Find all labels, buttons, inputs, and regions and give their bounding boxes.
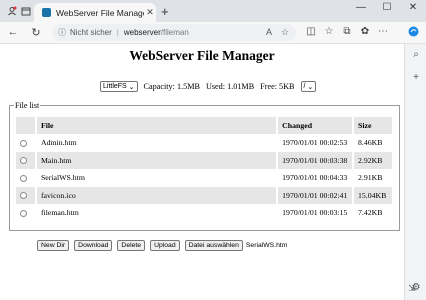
file-changed: 1970/01/01 00:04:33	[277, 169, 354, 187]
table-row[interactable]: Admin.htm 1970/01/01 00:02:53 8.46KB	[16, 134, 395, 152]
search-icon[interactable]: ⌕	[410, 49, 422, 60]
file-size: 7.42KB	[352, 204, 395, 222]
changed-column-header: Changed	[277, 117, 354, 134]
new-dir-button[interactable]: New Dir	[37, 240, 70, 251]
url-path: /fileman	[160, 28, 189, 37]
page-content: WebServer File Manager LittleFS ⌄ Capaci…	[0, 44, 404, 300]
copilot-icon[interactable]	[406, 26, 420, 40]
add-icon[interactable]: +	[410, 72, 422, 83]
edge-sidebar: ⌕ + ⚙	[404, 44, 426, 300]
close-tab-icon[interactable]: ✕	[144, 7, 156, 18]
collections-icon[interactable]: ⧉	[340, 26, 354, 37]
table-row[interactable]: Main.htm 1970/01/01 00:03:38 2.92KB	[16, 151, 395, 169]
back-icon[interactable]: ←	[6, 26, 20, 38]
tab-title: WebServer File Manager	[56, 7, 144, 18]
file-name: fileman.htm	[35, 204, 279, 222]
address-separator: |	[116, 28, 119, 37]
menu-more-icon[interactable]: ⋯	[376, 26, 390, 37]
capacity-text: Capacity: 1.5MB	[143, 82, 200, 91]
file-column-header: File	[35, 117, 279, 134]
file-radio[interactable]	[20, 192, 27, 200]
table-row[interactable]: SerialWS.htm 1970/01/01 00:04:33 2.91KB	[16, 169, 395, 187]
file-list-group: File list File Changed Size Admin.htm 19…	[9, 101, 400, 231]
file-name: Admin.htm	[35, 134, 279, 152]
file-radio[interactable]	[20, 174, 27, 182]
file-radio[interactable]	[20, 209, 27, 217]
filesystem-select-value: LittleFS	[103, 83, 127, 90]
table-row[interactable]: favicon.ico 1970/01/01 00:02:41 15.04KB	[16, 186, 395, 204]
title-bar: WebServer File Manager ✕ + — ☐ ✕	[0, 0, 426, 22]
file-size: 2.92KB	[352, 151, 395, 169]
close-window-button[interactable]: ✕	[400, 2, 426, 13]
page-title: WebServer File Manager	[129, 48, 275, 63]
read-aloud-icon[interactable]: A	[266, 27, 272, 37]
file-table: File Changed Size Admin.htm 1970/01/01 0…	[16, 117, 395, 222]
radio-column-header	[16, 117, 37, 134]
profile-icon[interactable]	[6, 3, 18, 19]
split-screen-icon[interactable]: ◫	[304, 26, 318, 37]
warning-icon[interactable]: ⓘ	[58, 27, 66, 38]
file-list-legend: File list	[15, 101, 40, 110]
file-size: 15.04KB	[352, 186, 395, 204]
action-buttons: New Dir Download Delete Upload Datei aus…	[37, 240, 287, 251]
address-toolbar: ← ↻ ⓘ Nicht sicher | webserver/fileman A…	[0, 22, 426, 44]
file-changed: 1970/01/01 00:03:15	[277, 204, 354, 222]
used-text: Used: 1.01MB	[205, 82, 255, 91]
file-size: 8.46KB	[352, 134, 395, 152]
file-changed: 1970/01/01 00:02:53	[277, 134, 354, 152]
favorites-icon[interactable]: ☆	[322, 26, 336, 37]
file-changed: 1970/01/01 00:03:38	[277, 151, 354, 169]
table-row[interactable]: fileman.htm 1970/01/01 00:03:15 7.42KB	[16, 204, 395, 222]
minimize-button[interactable]: —	[348, 2, 374, 13]
directory-select[interactable]: / ⌄	[300, 81, 317, 92]
extensions-icon[interactable]: ✿	[358, 26, 372, 37]
download-button[interactable]: Download	[74, 240, 113, 251]
downloads-icon[interactable]: ⇲	[408, 283, 416, 294]
new-tab-button[interactable]: +	[161, 4, 169, 19]
favicon-icon	[42, 8, 51, 17]
file-changed: 1970/01/01 00:02:41	[277, 186, 354, 204]
tab-webserver-file-manager[interactable]: WebServer File Manager ✕	[34, 3, 156, 22]
workspaces-icon[interactable]	[20, 3, 32, 19]
filesystem-info: LittleFS ⌄ Capacity: 1.5MB Used: 1.01MB …	[100, 81, 322, 92]
address-bar[interactable]: ⓘ Nicht sicher | webserver/fileman A ☆	[52, 24, 296, 41]
filesystem-select[interactable]: LittleFS ⌄	[100, 81, 138, 92]
directory-select-value: /	[303, 83, 306, 90]
size-column-header: Size	[352, 117, 395, 134]
reload-icon[interactable]: ↻	[29, 26, 43, 39]
choose-file-button[interactable]: Datei auswählen	[184, 240, 243, 251]
file-name: Main.htm	[35, 151, 279, 169]
file-size: 2.91KB	[352, 169, 395, 187]
free-text: Free: 5KB	[260, 82, 295, 91]
security-label[interactable]: Nicht sicher	[70, 28, 112, 37]
table-header-row: File Changed Size	[16, 117, 395, 134]
chosen-file-name: SerialWS.htm	[245, 242, 288, 249]
maximize-button[interactable]: ☐	[374, 2, 400, 13]
file-radio[interactable]	[20, 157, 27, 165]
favorite-star-icon[interactable]: ☆	[281, 27, 289, 38]
file-radio[interactable]	[20, 139, 27, 147]
url-host: webserver	[123, 28, 161, 37]
delete-button[interactable]: Delete	[117, 240, 146, 251]
upload-button[interactable]: Upload	[150, 240, 180, 251]
file-name: SerialWS.htm	[35, 169, 279, 187]
file-name: favicon.ico	[35, 186, 279, 204]
